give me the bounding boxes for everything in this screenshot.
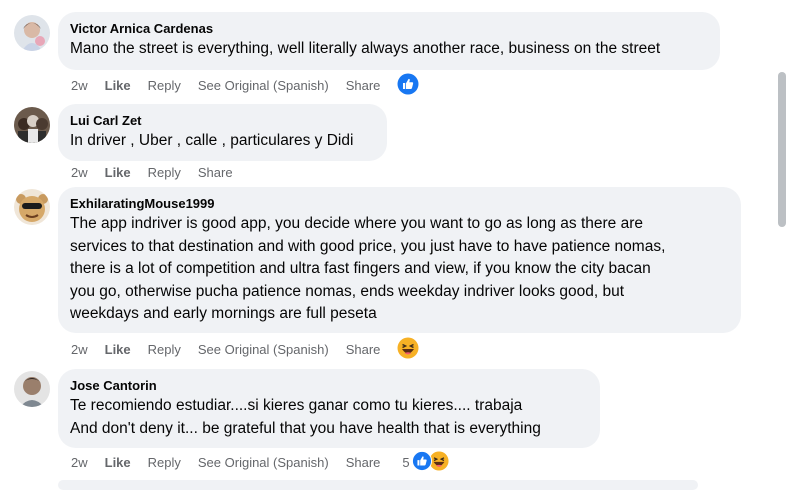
comment-text: In driver , Uber , calle , particulares … (70, 132, 354, 149)
like-button[interactable]: Like (105, 342, 131, 357)
comment-bubble-partial (58, 480, 698, 490)
comment-author[interactable]: ExhilaratingMouse1999 (70, 195, 729, 213)
comment-author[interactable]: Jose Cantorin (70, 377, 588, 395)
like-button[interactable]: Like (105, 78, 131, 93)
comment-time[interactable]: 2w (71, 455, 88, 470)
comment-text: The app indriver is good app, you decide… (70, 215, 666, 322)
comment-author[interactable]: Victor Arnica Cardenas (70, 20, 708, 38)
comment-actions: 2w Like Reply See Original (Spanish) Sha… (71, 450, 449, 474)
comment-time[interactable]: 2w (71, 342, 88, 357)
comment-bubble: ExhilaratingMouse1999 The app indriver i… (58, 187, 741, 333)
see-original-button[interactable]: See Original (Spanish) (198, 342, 329, 357)
like-reaction-icon[interactable] (397, 73, 419, 98)
avatar[interactable] (14, 107, 50, 143)
haha-reaction-icon[interactable] (429, 450, 449, 474)
see-original-button[interactable]: See Original (Spanish) (198, 78, 329, 93)
share-button[interactable]: Share (346, 342, 381, 357)
share-button[interactable]: Share (346, 455, 381, 470)
reply-button[interactable]: Reply (148, 78, 181, 93)
share-button[interactable]: Share (198, 165, 233, 180)
reaction-count[interactable]: 5 (402, 455, 409, 470)
avatar[interactable] (14, 371, 50, 407)
like-button[interactable]: Like (105, 165, 131, 180)
scrollbar-thumb[interactable] (778, 72, 786, 227)
comment-bubble: Lui Carl Zet In driver , Uber , calle , … (58, 104, 387, 161)
avatar[interactable] (14, 15, 50, 51)
comment-text: Te recomiendo estudiar....si kieres gana… (70, 397, 541, 437)
comment-bubble: Jose Cantorin Te recomiendo estudiar....… (58, 369, 600, 448)
comment-actions: 2w Like Reply See Original (Spanish) Sha… (71, 337, 419, 362)
comment-actions: 2w Like Reply Share (71, 162, 250, 182)
see-original-button[interactable]: See Original (Spanish) (198, 455, 329, 470)
like-reaction-icon[interactable] (411, 450, 432, 474)
share-button[interactable]: Share (346, 78, 381, 93)
avatar[interactable] (14, 189, 50, 225)
like-button[interactable]: Like (105, 455, 131, 470)
comment-bubble: Victor Arnica Cardenas Mano the street i… (58, 12, 720, 70)
reply-button[interactable]: Reply (148, 455, 181, 470)
reply-button[interactable]: Reply (148, 342, 181, 357)
haha-reaction-icon[interactable] (397, 337, 419, 362)
comment-time[interactable]: 2w (71, 78, 88, 93)
comment-actions: 2w Like Reply See Original (Spanish) Sha… (71, 73, 419, 98)
comment-text: Mano the street is everything, well lite… (70, 40, 661, 57)
reply-button[interactable]: Reply (148, 165, 181, 180)
comment-author[interactable]: Lui Carl Zet (70, 112, 375, 130)
comment-time[interactable]: 2w (71, 165, 88, 180)
